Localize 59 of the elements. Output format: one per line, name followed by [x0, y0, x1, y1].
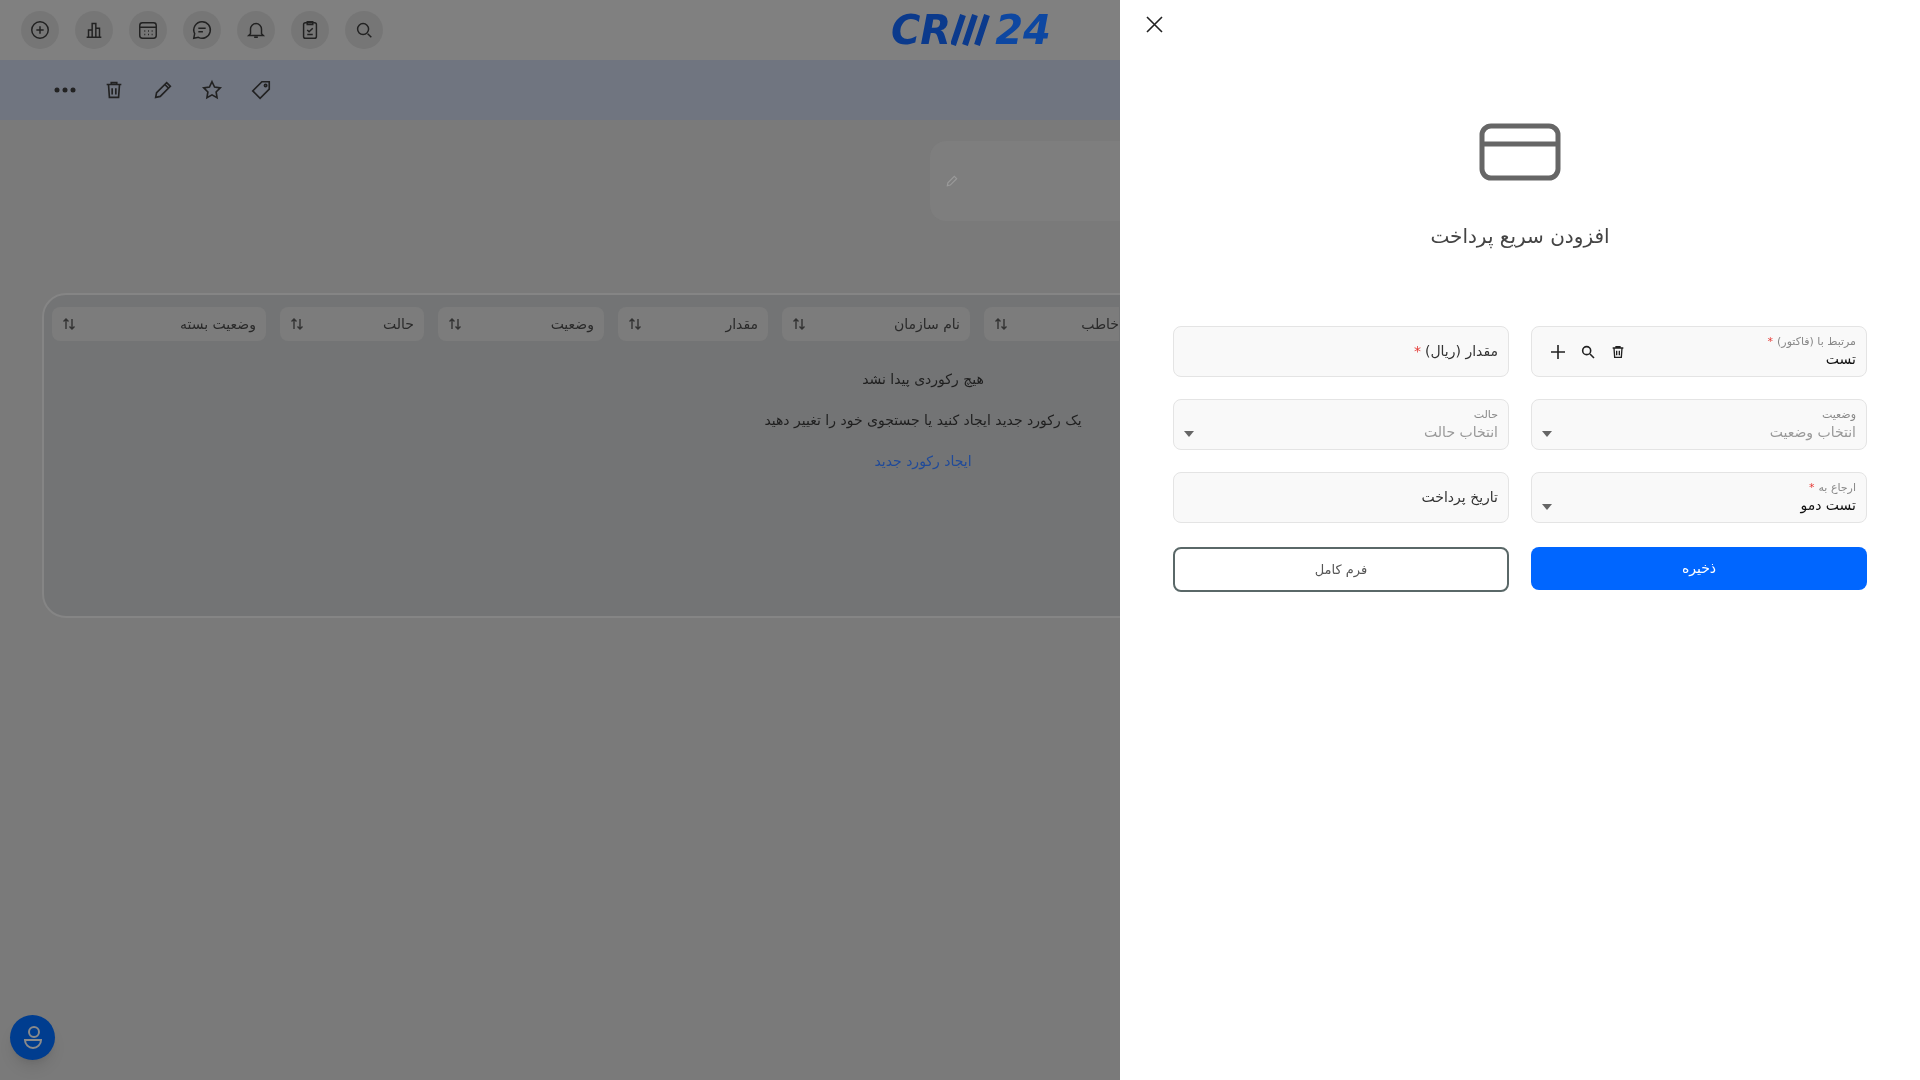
clipboard-button[interactable]	[291, 11, 329, 49]
drawer-title: افزودن سریع پرداخت	[1430, 223, 1610, 251]
select-field[interactable]: وضعیت انتخاب وضعیت	[1531, 399, 1867, 450]
caret-icon	[1542, 431, 1552, 437]
lookup-field[interactable]: مرتبط با (فاکتور) * تست	[1531, 326, 1867, 377]
date-field[interactable]: تاریخ پرداخت	[1173, 472, 1509, 523]
bar-chart-button[interactable]	[75, 11, 113, 49]
credit-card-icon	[1479, 123, 1561, 181]
tag-icon[interactable]	[250, 79, 272, 101]
column-header[interactable]: وضعیت	[438, 307, 604, 341]
empty-state-message: یک رکورد جدید ایجاد کنید یا جستجوی خود را تغییر دهید	[764, 411, 1082, 431]
bell-button[interactable]	[237, 11, 275, 49]
sort-icon[interactable]	[792, 317, 806, 331]
field-value: تست	[1825, 349, 1856, 369]
add-button[interactable]	[21, 11, 59, 49]
field-label: مرتبط با (فاکتور) *	[1767, 334, 1856, 349]
chat-bubble[interactable]	[10, 1015, 55, 1060]
sort-icon[interactable]	[290, 317, 304, 331]
empty-state-title: هیچ رکوردی پیدا نشد	[862, 370, 984, 390]
field-label: مقدار (ریال) *	[1413, 342, 1498, 362]
star-icon[interactable]	[201, 79, 223, 101]
sort-icon[interactable]	[994, 317, 1008, 331]
column-header[interactable]: وضعیت بسته	[52, 307, 266, 341]
column-header[interactable]: حالت	[280, 307, 424, 341]
calendar-button[interactable]	[129, 11, 167, 49]
sort-icon[interactable]	[628, 317, 642, 331]
more-icon[interactable]	[54, 87, 76, 93]
field-value: تست دمو	[1800, 495, 1856, 515]
close-icon[interactable]	[1146, 16, 1163, 33]
add-icon[interactable]	[1550, 343, 1566, 360]
sort-icon[interactable]	[448, 317, 462, 331]
field-label: تاریخ پرداخت	[1421, 488, 1498, 508]
search-icon[interactable]	[1580, 343, 1596, 360]
chat-button[interactable]	[183, 11, 221, 49]
column-header[interactable]: نام سازمان	[782, 307, 970, 341]
caret-icon	[1184, 431, 1194, 437]
column-header[interactable]: خاطب	[984, 307, 1119, 341]
calendar-icon	[137, 19, 159, 41]
logo: CR 24	[891, 10, 1051, 50]
full-form-button[interactable]: فرم کامل	[1173, 547, 1509, 592]
trash-icon[interactable]	[1610, 343, 1626, 360]
field-placeholder: انتخاب وضعیت	[1769, 422, 1856, 442]
select-field[interactable]: ارجاع به * تست دمو	[1531, 472, 1867, 523]
search-button[interactable]	[345, 11, 383, 49]
chat-icon	[191, 19, 213, 41]
input-field[interactable]: مقدار (ریال) *	[1173, 326, 1509, 377]
save-button[interactable]: ذخیره	[1531, 547, 1867, 590]
person-icon	[21, 1024, 44, 1051]
field-label: ارجاع به *	[1808, 480, 1856, 495]
field-label: حالت	[1473, 407, 1498, 422]
pencil-icon[interactable]	[152, 79, 174, 101]
select-field[interactable]: حالت انتخاب حالت	[1173, 399, 1509, 450]
field-placeholder: انتخاب حالت	[1424, 422, 1498, 442]
caret-icon	[1542, 504, 1552, 510]
column-header[interactable]: مقدار	[618, 307, 768, 341]
sort-icon[interactable]	[62, 317, 76, 331]
field-label: وضعیت	[1821, 407, 1856, 422]
create-record-link[interactable]: ایجاد رکورد جدید	[874, 451, 972, 472]
add-icon	[29, 19, 51, 41]
